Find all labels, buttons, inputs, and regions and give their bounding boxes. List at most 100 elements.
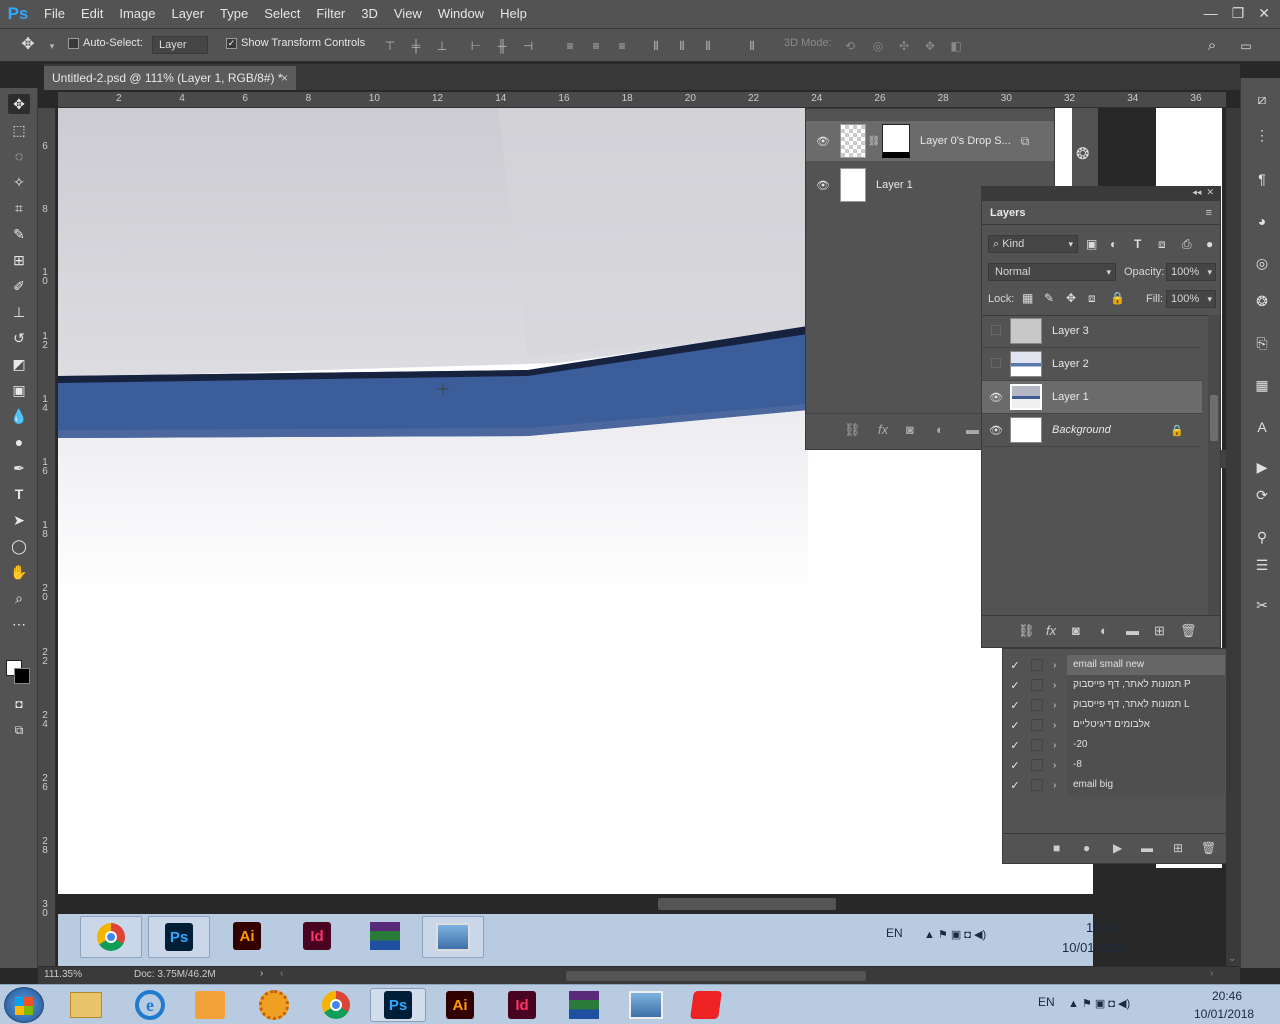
align-top-icon[interactable]: ⊤ xyxy=(382,38,398,54)
background-color-swatch[interactable] xyxy=(14,668,30,684)
lock-transparent-icon[interactable]: ▦ xyxy=(1022,291,1033,305)
menu-select[interactable]: Select xyxy=(256,0,308,28)
distribute-left-icon[interactable]: ⫴ xyxy=(648,38,664,54)
type-tool[interactable]: T xyxy=(8,484,30,504)
adjustment-icon[interactable]: ◐ xyxy=(936,422,944,437)
filter-adjustment-icon[interactable]: ◐ xyxy=(1110,237,1117,251)
new-action-icon[interactable]: ⊞ xyxy=(1173,841,1183,855)
filter-toggle-icon[interactable]: ● xyxy=(1206,237,1213,251)
align-bottom-icon[interactable]: ⊥ xyxy=(434,38,450,54)
eye-icon[interactable]: 👁 xyxy=(982,424,1010,437)
inner-tray-icons[interactable]: ▲ ⚑ ▣ ◘ ◀) xyxy=(924,928,986,941)
collapse-icon[interactable]: ◂◂ xyxy=(1192,187,1201,197)
grid-icon[interactable]: ▦ xyxy=(1251,374,1273,396)
lock-position-icon[interactable]: ✥ xyxy=(1066,291,1076,305)
distribute-vcenter-icon[interactable]: ≡ xyxy=(588,38,604,54)
dialog-toggle[interactable] xyxy=(1031,659,1043,671)
check-icon[interactable]: ✓ xyxy=(1003,779,1027,792)
vertical-scrollbar[interactable]: ⌄ xyxy=(1226,108,1240,966)
layers-scrollbar[interactable] xyxy=(1208,315,1220,615)
action-set-row[interactable]: ✓ › email small new xyxy=(1003,655,1225,675)
lock-all-icon[interactable]: 🔒 xyxy=(1110,291,1125,305)
align-left-icon[interactable]: ⊢ xyxy=(468,38,484,54)
folder-icon[interactable]: ▬ xyxy=(966,422,979,437)
history-icon[interactable]: ⟳ xyxy=(1251,484,1273,506)
move-tool-icon[interactable]: ✥ xyxy=(20,37,36,53)
check-icon[interactable]: ✓ xyxy=(1003,679,1027,692)
menu-filter[interactable]: Filter xyxy=(308,0,353,28)
paths-icon[interactable]: ✂ xyxy=(1251,594,1273,616)
brush-tool[interactable]: ✐ xyxy=(8,276,30,296)
delete-layer-icon[interactable]: 🗑 xyxy=(1180,623,1197,639)
opacity-input[interactable]: 100% ▾ xyxy=(1166,263,1216,281)
close-button[interactable]: ✕ xyxy=(1258,0,1270,26)
channels-icon[interactable]: ◎ xyxy=(1251,252,1273,274)
play-icon[interactable]: ▶ xyxy=(1113,841,1122,855)
dialog-toggle[interactable] xyxy=(1031,779,1043,791)
taskbar-indesign[interactable]: Id xyxy=(494,988,550,1022)
eye-icon[interactable]: 👁 xyxy=(982,391,1010,404)
link-layers-icon[interactable]: ⛓ xyxy=(1018,623,1035,639)
taskbar-photo-viewer[interactable] xyxy=(618,988,674,1022)
action-set-row[interactable]: ✓ › אלבומים דיגיטליים xyxy=(1003,715,1225,735)
3d-roll-icon[interactable]: ◎ xyxy=(870,38,886,54)
chevron-right-icon[interactable]: › xyxy=(1053,760,1067,771)
check-icon[interactable]: ✓ xyxy=(1003,719,1027,732)
filter-type-icon[interactable]: T xyxy=(1134,237,1141,251)
menu-3d[interactable]: 3D xyxy=(353,0,386,28)
scroll-right-icon[interactable]: › xyxy=(1210,968,1213,979)
inner-photoshop-button[interactable]: Ps xyxy=(148,916,210,958)
filter-pixel-icon[interactable]: ▣ xyxy=(1086,237,1097,251)
distribute-bottom-icon[interactable]: ≡ xyxy=(614,38,630,54)
minimize-button[interactable]: — xyxy=(1204,0,1218,26)
add-mask-icon[interactable]: ◙ xyxy=(906,422,914,437)
auto-align-icon[interactable]: ⦀ xyxy=(744,38,760,54)
restore-button[interactable]: ❐ xyxy=(1232,0,1245,26)
chevron-right-icon[interactable]: › xyxy=(1053,660,1067,671)
layers-tab[interactable]: Layers ≡ xyxy=(982,201,1220,225)
menu-window[interactable]: Window xyxy=(430,0,492,28)
panel-menu-icon[interactable]: ≡ xyxy=(1206,201,1212,225)
menu-view[interactable]: View xyxy=(386,0,430,28)
layer-row-layer-2[interactable]: Layer 2 xyxy=(982,348,1202,381)
filter-shape-icon[interactable]: ⧈ xyxy=(1158,237,1166,252)
adjustments-icon[interactable]: ◕ xyxy=(1251,210,1273,232)
magic-wand-tool[interactable]: ✧ xyxy=(8,172,30,192)
chevron-right-icon[interactable]: › xyxy=(1053,700,1067,711)
taskbar-ie[interactable]: e xyxy=(122,988,178,1022)
language-indicator[interactable]: EN xyxy=(1038,995,1055,1009)
inner-photo-viewer-button[interactable] xyxy=(422,916,484,958)
properties-icon[interactable]: ⧄ xyxy=(1251,88,1273,110)
chevron-right-icon[interactable]: › xyxy=(1053,740,1067,751)
screen-mode-icon[interactable]: ⧉ xyxy=(8,720,30,740)
chevron-right-icon[interactable]: › xyxy=(1053,780,1067,791)
lasso-tool[interactable]: ◌ xyxy=(8,146,30,166)
filter-smart-icon[interactable]: ⎙ xyxy=(1182,237,1192,252)
ellipse-tool[interactable]: ◯ xyxy=(8,536,30,556)
start-button[interactable] xyxy=(4,987,44,1023)
taskbar-outlook[interactable] xyxy=(182,988,238,1022)
embedded-layer-row[interactable]: 👁 ⛓ Layer 0's Drop S... ⧉ xyxy=(806,121,1054,161)
3d-slide-icon[interactable]: ✥ xyxy=(922,38,938,54)
menu-image[interactable]: Image xyxy=(111,0,163,28)
dodge-tool[interactable]: ● xyxy=(8,432,30,452)
eye-icon[interactable]: 👁 xyxy=(806,135,840,148)
blend-mode-dropdown[interactable]: Normal ▾ xyxy=(988,263,1116,281)
align-right-icon[interactable]: ⊣ xyxy=(520,38,536,54)
new-set-icon[interactable]: ▬ xyxy=(1141,841,1153,855)
taskbar-illustrator[interactable]: Ai xyxy=(432,988,488,1022)
gradient-tool[interactable]: ▣ xyxy=(8,380,30,400)
align-vcenter-icon[interactable]: ╪ xyxy=(408,38,424,54)
history-brush-tool[interactable]: ↺ xyxy=(8,328,30,348)
layer-row-layer-1[interactable]: 👁 Layer 1 xyxy=(982,381,1202,414)
visibility-toggle[interactable] xyxy=(982,357,1010,371)
brushes-icon[interactable]: ⚲ xyxy=(1251,526,1273,548)
lock-artboard-icon[interactable]: ⧈ xyxy=(1088,291,1096,306)
auto-select-checkbox[interactable] xyxy=(68,37,79,49)
search-icon[interactable]: ⌕ xyxy=(1204,38,1220,54)
add-mask-icon[interactable]: ◙ xyxy=(1072,623,1080,638)
path-selection-tool[interactable]: ➤ xyxy=(8,510,30,530)
taskbar-explorer[interactable] xyxy=(58,988,114,1022)
eraser-tool[interactable]: ◩ xyxy=(8,354,30,374)
action-set-row[interactable]: ✓ › -20 xyxy=(1003,735,1225,755)
